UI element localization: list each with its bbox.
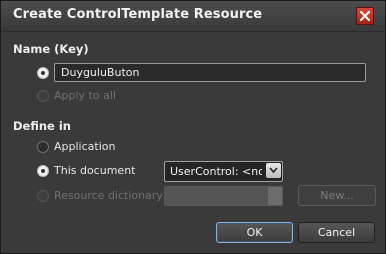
document-select[interactable]: UserControl: <no na <box>164 161 283 182</box>
resource-dictionary-label: Resource dictionary <box>54 189 163 202</box>
dictionary-dropdown-button[interactable] <box>268 187 282 205</box>
create-resource-dialog: Create ControlTemplate Resource Name (Ke… <box>0 0 386 254</box>
title-bar[interactable]: Create ControlTemplate Resource <box>1 1 385 32</box>
close-button[interactable] <box>356 7 374 25</box>
name-section-label: Name (Key) <box>13 42 89 56</box>
application-radio[interactable] <box>37 141 49 153</box>
application-label: Application <box>54 140 116 153</box>
resource-dictionary-select[interactable] <box>164 186 283 206</box>
name-radio[interactable] <box>37 67 49 79</box>
ok-button[interactable]: OK <box>216 222 293 243</box>
resource-dictionary-radio[interactable] <box>37 190 49 202</box>
this-document-label: This document <box>54 164 136 177</box>
new-dictionary-button[interactable]: New... <box>298 185 376 206</box>
this-document-radio[interactable] <box>37 165 49 177</box>
apply-to-all-label: Apply to all <box>54 89 116 102</box>
apply-to-all-radio[interactable] <box>37 90 49 102</box>
dropdown-button[interactable] <box>266 163 281 178</box>
define-in-section-label: Define in <box>13 119 71 133</box>
chevron-down-icon <box>269 167 278 174</box>
name-key-input[interactable] <box>54 63 366 82</box>
cancel-button[interactable]: Cancel <box>298 222 375 243</box>
document-select-value: UserControl: <no na <box>170 165 262 178</box>
dialog-title: Create ControlTemplate Resource <box>13 7 263 22</box>
close-icon <box>360 11 370 21</box>
